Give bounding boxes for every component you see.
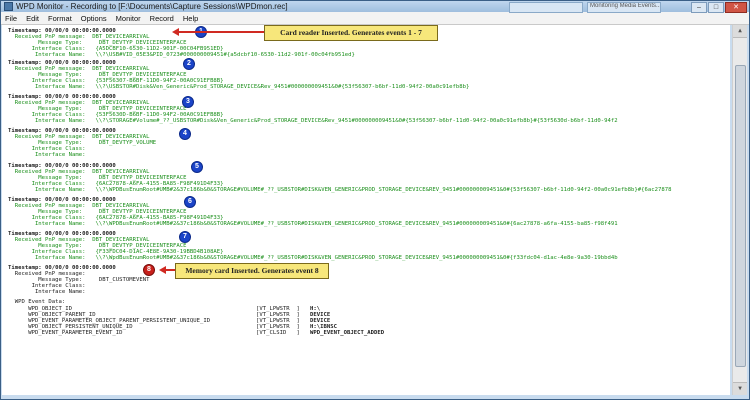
menu-options[interactable]: Options bbox=[81, 14, 107, 23]
callout-card-reader: Card reader Inserted. Generates events 1… bbox=[264, 25, 438, 41]
menu-help[interactable]: Help bbox=[183, 14, 198, 23]
event-8-interface-name: Interface Name: bbox=[8, 289, 86, 295]
menu-file[interactable]: File bbox=[5, 14, 17, 23]
wpd-event-header: WPD Event Data: bbox=[8, 299, 66, 305]
minimize-button[interactable]: – bbox=[691, 2, 707, 13]
menu-bar: File Edit Format Options Monitor Record … bbox=[1, 12, 749, 25]
taskbar-tab-2[interactable]: Monitoring Media Events... bbox=[587, 2, 661, 13]
event-badge-2: 2 bbox=[183, 58, 195, 70]
event-badge-7: 7 bbox=[179, 231, 191, 243]
event-badge-4: 4 bbox=[179, 128, 191, 140]
window-title: WPD Monitor - Recording to [F:\Documents… bbox=[16, 2, 288, 11]
event-7-interface-name: Interface Name: \\?\WpdBusEnumRoot#UMB#2… bbox=[8, 255, 618, 261]
wpd-row-value: WPD_EVENT_OBJECT_ADDED bbox=[310, 330, 385, 336]
callout-1-arrow bbox=[178, 31, 264, 33]
wpd-row-type: [VT_CLSID ] bbox=[256, 330, 300, 336]
vertical-scrollbar[interactable]: ▲ ▼ bbox=[732, 25, 747, 395]
menu-format[interactable]: Format bbox=[48, 14, 72, 23]
scroll-thumb[interactable] bbox=[735, 65, 746, 367]
menu-edit[interactable]: Edit bbox=[26, 14, 39, 23]
event-6-interface-name: Interface Name: \\?\WPDBusEnumRoot#UMB#2… bbox=[8, 221, 618, 227]
maximize-button[interactable]: □ bbox=[708, 2, 724, 13]
taskbar-tab-1[interactable] bbox=[509, 2, 583, 13]
event-badge-5: 5 bbox=[191, 161, 203, 173]
wpd-row-name: WPD_EVENT_PARAMETER_EVENT_ID bbox=[8, 330, 123, 336]
scroll-down-icon[interactable]: ▼ bbox=[733, 382, 747, 395]
event-4-interface-name: Interface Name: bbox=[8, 152, 86, 158]
app-icon bbox=[4, 2, 13, 11]
event-badge-8: 8 bbox=[143, 264, 155, 276]
log-output[interactable]: Timestamp: 00/00/0 00:00:00.0000 Receive… bbox=[2, 25, 730, 395]
callout-memory-card: Memory card Inserted. Generates event 8 bbox=[175, 263, 329, 279]
event-badge-6: 6 bbox=[184, 196, 196, 208]
event-1-interface-name: Interface Name: \\?\USB#VID_05E3&PID_072… bbox=[8, 52, 355, 58]
menu-record[interactable]: Record bbox=[150, 14, 174, 23]
scroll-up-icon[interactable]: ▲ bbox=[733, 25, 747, 38]
event-5-interface-name: Interface Name: \\?\WPDBusEnumRoot#UMB#2… bbox=[8, 187, 672, 193]
menu-monitor[interactable]: Monitor bbox=[116, 14, 141, 23]
title-bar[interactable]: WPD Monitor - Recording to [F:\Documents… bbox=[1, 1, 749, 13]
callout-2-arrow bbox=[165, 269, 175, 271]
event-3-interface-name: Interface Name: \\?\STORAGE#Volume#_??_U… bbox=[8, 118, 618, 124]
close-button[interactable]: ✕ bbox=[725, 2, 747, 13]
event-2-interface-name: Interface Name: \\?\USBSTOR#Disk&Ven_Gen… bbox=[8, 84, 470, 90]
event-badge-3: 3 bbox=[182, 96, 194, 108]
